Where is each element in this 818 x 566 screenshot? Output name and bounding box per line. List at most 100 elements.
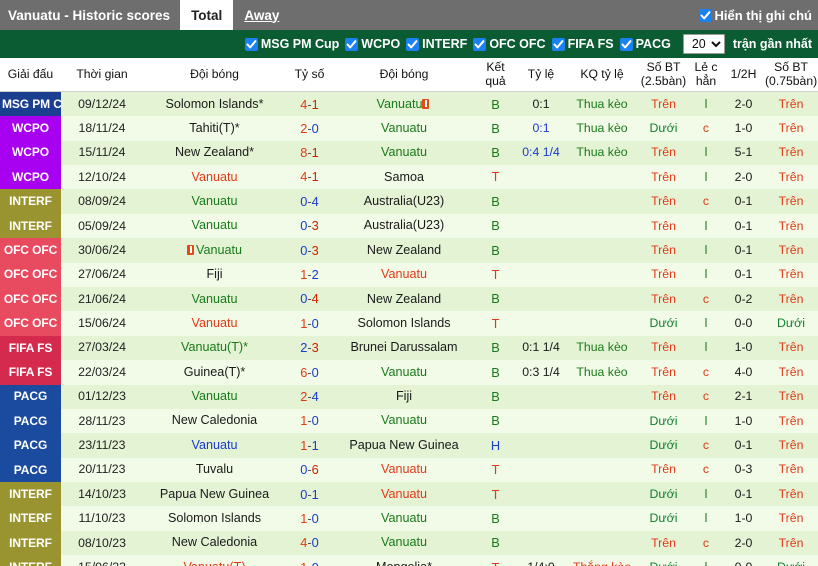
match-score[interactable]: 0-3 xyxy=(286,213,333,239)
away-team[interactable]: Vanuatu xyxy=(333,506,475,531)
home-team[interactable]: New Zealand* xyxy=(143,140,286,165)
table-row[interactable]: PACG 28/11/23 New Caledonia 1-0 Vanuatu B Dưới… xyxy=(0,408,818,434)
league-badge[interactable]: OFC OFC xyxy=(0,238,61,263)
league-badge[interactable]: FIFA FS xyxy=(0,360,61,385)
table-row[interactable]: MSG PM Cup09/12/24Solomon Islands*4-1Van… xyxy=(0,91,818,117)
home-team[interactable]: Solomon Islands xyxy=(143,506,286,531)
match-score[interactable]: 0-4 xyxy=(286,286,333,312)
league-badge[interactable]: PACG xyxy=(0,408,61,434)
home-team[interactable]: Vanuatu xyxy=(143,213,286,239)
checkbox-checked-icon[interactable] xyxy=(244,37,258,51)
away-team[interactable]: Samoa xyxy=(333,164,475,190)
table-row[interactable]: OFC OFC 27/06/24 Fiji 1-2 Vanuatu T Trên l 0-1 Tr… xyxy=(0,262,818,287)
away-team[interactable]: Papua New Guinea xyxy=(333,433,475,458)
home-team[interactable]: Vanuatu xyxy=(143,433,286,458)
match-score[interactable]: 1-0 xyxy=(286,408,333,434)
show-notes-toggle[interactable]: Hiển thị ghi chú xyxy=(698,0,818,30)
away-team[interactable]: Mongolia* xyxy=(333,555,475,566)
home-team[interactable]: Tahiti(T)* xyxy=(143,116,286,141)
away-team[interactable]: Vanuatu xyxy=(333,408,475,434)
home-team[interactable]: Vanuatu xyxy=(143,286,286,312)
match-score[interactable]: 4-1 xyxy=(286,164,333,190)
away-team[interactable]: Vanuatu xyxy=(333,140,475,165)
match-score[interactable]: 2-3 xyxy=(286,335,333,361)
checkbox-checked-icon[interactable] xyxy=(551,37,565,51)
filter-ofc-ofc[interactable]: OFC OFC xyxy=(473,37,546,51)
home-team[interactable]: Vanuatu(T)* xyxy=(143,335,286,361)
league-badge[interactable]: WCPO xyxy=(0,116,61,141)
away-team[interactable]: Australia(U23) xyxy=(333,213,475,239)
league-badge[interactable]: WCPO xyxy=(0,140,61,165)
league-badge[interactable]: INTERF xyxy=(0,189,61,214)
match-score[interactable]: 2-4 xyxy=(286,384,333,409)
away-team[interactable]: New Zealand xyxy=(333,238,475,263)
checkbox-checked-icon[interactable] xyxy=(473,37,487,51)
checkbox-checked-icon[interactable] xyxy=(345,37,359,51)
checkbox-checked-icon[interactable] xyxy=(698,8,712,22)
table-row[interactable]: WCPO 18/11/24 Tahiti(T)* 2-0 Vanuatu B 0:1 Thua… xyxy=(0,116,818,141)
table-row[interactable]: INTERF 05/09/24 Vanuatu 0-3 Australia(U23) B T… xyxy=(0,213,818,239)
away-team[interactable]: Fiji xyxy=(333,384,475,409)
home-team[interactable]: Solomon Islands* xyxy=(143,91,286,117)
away-team[interactable]: Vanuatu xyxy=(333,482,475,507)
away-team[interactable]: Australia(U23) xyxy=(333,189,475,214)
match-score[interactable]: 8-1 xyxy=(286,140,333,165)
league-badge[interactable]: OFC OFC xyxy=(0,262,61,287)
match-score[interactable]: 0-3 xyxy=(286,238,333,263)
home-team[interactable]: Vanuatu xyxy=(143,311,286,336)
match-score[interactable]: 0-4 xyxy=(286,189,333,214)
match-score[interactable]: 1-0 xyxy=(286,311,333,336)
home-team[interactable]: New Caledonia xyxy=(143,408,286,434)
match-count-select[interactable]: 10203050 xyxy=(682,34,725,54)
league-badge[interactable]: INTERF xyxy=(0,530,61,556)
away-team[interactable]: Solomon Islands xyxy=(333,311,475,336)
league-badge[interactable]: WCPO xyxy=(0,164,61,190)
table-row[interactable]: FIFA FS 27/03/24 Vanuatu(T)* 2-3 Brunei Daru… xyxy=(0,335,818,361)
league-badge[interactable]: PACG xyxy=(0,433,61,458)
away-team[interactable]: Brunei Darussalam xyxy=(333,335,475,361)
league-badge[interactable]: INTERF xyxy=(0,482,61,507)
match-score[interactable]: 1-0 xyxy=(286,555,333,566)
league-badge[interactable]: OFC OFC xyxy=(0,286,61,312)
league-badge[interactable]: INTERF xyxy=(0,555,61,566)
match-score[interactable]: 4-1 xyxy=(286,91,333,117)
table-row[interactable]: WCPO 12/10/24 Vanuatu 4-1 Samoa T Trên l 2-0 Trên xyxy=(0,164,818,190)
match-score[interactable]: 0-1 xyxy=(286,482,333,507)
away-team[interactable]: New Zealand xyxy=(333,286,475,312)
table-row[interactable]: PACG 01/12/23 Vanuatu 2-4 Fiji B Trên c 2-1 Trên xyxy=(0,384,818,409)
table-row[interactable]: OFC OFC 30/06/24 Vanuatu 0-3 New Zealand B Trê… xyxy=(0,238,818,263)
tab-away[interactable]: Away xyxy=(233,0,290,30)
table-row[interactable]: PACG 20/11/23 Tuvalu 0-6 Vanuatu T Trên c 0-3 Trê… xyxy=(0,457,818,483)
home-team[interactable]: New Caledonia xyxy=(143,530,286,556)
match-score[interactable]: 6-0 xyxy=(286,360,333,385)
league-badge[interactable]: OFC OFC xyxy=(0,311,61,336)
table-row[interactable]: OFC OFC 21/06/24 Vanuatu 0-4 New Zealand B Trê… xyxy=(0,286,818,312)
league-badge[interactable]: INTERF xyxy=(0,213,61,239)
league-badge[interactable]: PACG xyxy=(0,384,61,409)
away-team[interactable]: Vanuatu xyxy=(333,360,475,385)
table-row[interactable]: INTERF 11/10/23 Solomon Islands 1-0 Vanuatu B… xyxy=(0,506,818,531)
away-team[interactable]: Vanuatu xyxy=(333,457,475,483)
filter-msg-pm-cup[interactable]: MSG PM Cup xyxy=(244,37,339,51)
away-team[interactable]: Vanuatu xyxy=(333,530,475,556)
filter-wcpo[interactable]: WCPO xyxy=(345,37,400,51)
away-team[interactable]: Vanuatu xyxy=(333,91,475,117)
table-row[interactable]: INTERF 14/10/23 Papua New Guinea 0-1 Vanuatu… xyxy=(0,482,818,507)
home-team[interactable]: Vanuatu xyxy=(143,189,286,214)
home-team[interactable]: Vanuatu xyxy=(143,164,286,190)
filter-fifa-fs[interactable]: FIFA FS xyxy=(551,37,614,51)
match-score[interactable]: 1-2 xyxy=(286,262,333,287)
checkbox-checked-icon[interactable] xyxy=(619,37,633,51)
away-team[interactable]: Vanuatu xyxy=(333,262,475,287)
match-score[interactable]: 2-0 xyxy=(286,116,333,141)
table-row[interactable]: OFC OFC 15/06/24 Vanuatu 1-0 Solomon Islands… xyxy=(0,311,818,336)
away-team[interactable]: Vanuatu xyxy=(333,116,475,141)
table-row[interactable]: FIFA FS 22/03/24 Guinea(T)* 6-0 Vanuatu B 0:3 … xyxy=(0,360,818,385)
home-team[interactable]: Papua New Guinea xyxy=(143,482,286,507)
league-badge[interactable]: INTERF xyxy=(0,506,61,531)
match-score[interactable]: 4-0 xyxy=(286,530,333,556)
league-badge[interactable]: PACG xyxy=(0,457,61,483)
table-row[interactable]: INTERF 08/09/24 Vanuatu 0-4 Australia(U23) B T… xyxy=(0,189,818,214)
match-score[interactable]: 1-1 xyxy=(286,433,333,458)
filter-interf[interactable]: INTERF xyxy=(406,37,467,51)
